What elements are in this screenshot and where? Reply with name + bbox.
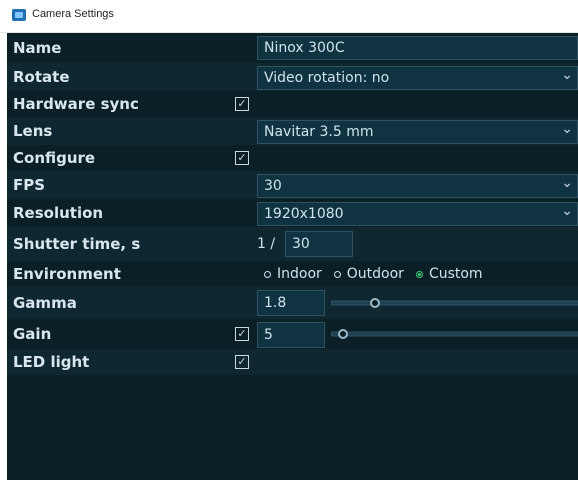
resolution-label: Resolution — [13, 204, 104, 222]
lens-select[interactable]: Navitar 3.5 mm — [257, 118, 578, 144]
row-shutter: Shutter time, s 1 / 30 — [7, 227, 578, 261]
row-environment: Environment Indoor Outdoor Custom — [7, 261, 578, 287]
environment-outdoor-label: Outdoor — [346, 266, 404, 282]
shutter-prefix: 1 / — [257, 236, 276, 252]
led-light-checkbox[interactable]: ✓ — [235, 355, 249, 369]
shutter-label: Shutter time, s — [13, 235, 141, 253]
environment-custom-label: Custom — [428, 266, 483, 282]
row-led-light: LED light ✓ — [7, 349, 578, 375]
gamma-slider[interactable] — [331, 300, 578, 306]
radio-icon — [264, 270, 271, 278]
gain-checkbox[interactable]: ✓ — [235, 327, 249, 341]
configure-checkbox[interactable]: ✓ — [235, 151, 249, 165]
fps-select[interactable]: 30 — [257, 172, 578, 198]
fps-label: FPS — [13, 176, 46, 194]
row-resolution: Resolution 1920x1080 — [7, 199, 578, 227]
gain-slider[interactable] — [331, 331, 578, 337]
row-rotate: Rotate Video rotation: no — [7, 63, 578, 91]
row-name: Name Ninox 300C — [7, 33, 578, 63]
rotate-label: Rotate — [13, 68, 70, 86]
environment-radio-group: Indoor Outdoor Custom — [264, 266, 483, 282]
hardware-sync-checkbox[interactable]: ✓ — [235, 97, 249, 111]
environment-custom-radio[interactable]: Custom — [415, 266, 483, 282]
lens-label: Lens — [13, 122, 53, 140]
name-label: Name — [13, 39, 62, 57]
gain-label: Gain — [13, 325, 52, 343]
environment-outdoor-radio[interactable]: Outdoor — [333, 266, 404, 282]
title-bar: Camera Settings — [0, 0, 578, 33]
name-input[interactable]: Ninox 300C — [257, 36, 578, 60]
row-fps: FPS 30 — [7, 171, 578, 199]
environment-label: Environment — [13, 265, 121, 283]
row-lens: Lens Navitar 3.5 mm — [7, 117, 578, 145]
environment-indoor-radio[interactable]: Indoor — [264, 266, 322, 282]
configure-label: Configure — [13, 149, 96, 167]
row-configure: Configure ✓ — [7, 145, 578, 171]
radio-icon — [333, 270, 341, 278]
window-title: Camera Settings — [32, 8, 114, 20]
gamma-label: Gamma — [13, 294, 77, 312]
gain-slider-thumb[interactable] — [338, 329, 349, 339]
shutter-input[interactable]: 30 — [285, 231, 353, 257]
rotate-select[interactable]: Video rotation: no — [257, 64, 578, 90]
settings-panel: Name Ninox 300C Rotate Video rotation: n… — [7, 33, 578, 480]
camera-settings-icon — [12, 9, 26, 21]
radio-selected-icon — [415, 270, 423, 278]
led-light-label: LED light — [13, 353, 90, 371]
row-gamma: Gamma 1.8 — [7, 287, 578, 319]
row-gain: Gain ✓ 5 — [7, 319, 578, 349]
gamma-slider-thumb[interactable] — [370, 298, 381, 308]
gain-input[interactable]: 5 — [257, 322, 325, 348]
camera-settings-window: Camera Settings Name Ninox 300C Rotate V… — [0, 0, 578, 480]
row-hardware-sync: Hardware sync ✓ — [7, 91, 578, 117]
gamma-input[interactable]: 1.8 — [257, 290, 325, 316]
environment-indoor-label: Indoor — [277, 266, 322, 282]
resolution-select[interactable]: 1920x1080 — [257, 200, 578, 226]
hardware-sync-label: Hardware sync — [13, 95, 139, 113]
